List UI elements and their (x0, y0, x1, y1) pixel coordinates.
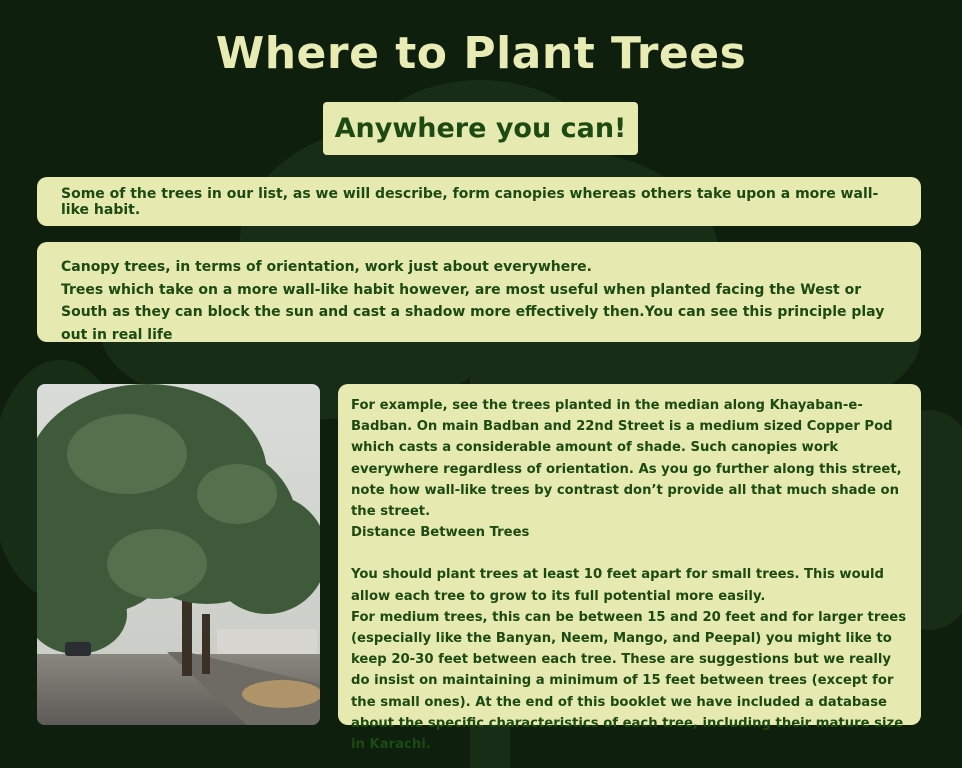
intro-text: Some of the trees in our list, as we wil… (61, 185, 879, 218)
subtitle-banner: Anywhere you can! (323, 102, 638, 155)
small-trees-paragraph: You should plant trees at least 10 feet … (351, 567, 884, 604)
orientation-line-1: Canopy trees, in terms of orientation, w… (61, 259, 592, 275)
distance-heading: Distance Between Trees (351, 525, 530, 541)
example-panel: For example, see the trees planted in th… (338, 384, 921, 752)
large-trees-paragraph: For medium trees, this can be between 15… (351, 609, 907, 753)
intro-panel: Some of the trees in our list, as we wil… (37, 177, 921, 226)
street-photo (37, 384, 320, 725)
orientation-line-2: Trees which take on a more wall-like hab… (61, 281, 885, 343)
subtitle-text: Anywhere you can! (334, 113, 627, 144)
page-title: Where to Plant Trees (215, 28, 747, 79)
tree-lined-street-image (37, 384, 320, 725)
example-paragraph: For example, see the trees planted in th… (351, 398, 902, 520)
orientation-panel: Canopy trees, in terms of orientation, w… (37, 242, 921, 343)
